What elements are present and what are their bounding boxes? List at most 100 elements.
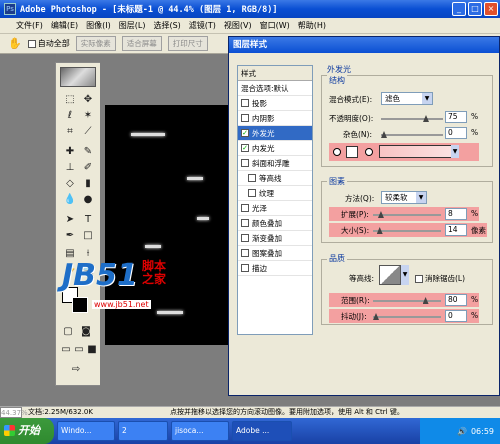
blur-tool-icon[interactable]: 💧	[62, 193, 78, 207]
healing-brush-tool-icon[interactable]: ✚	[62, 145, 78, 159]
style-item[interactable]: 渐变叠加	[238, 231, 312, 246]
style-checkbox[interactable]	[241, 234, 249, 242]
menu-item[interactable]: 文件(F)	[16, 20, 43, 31]
spread-input[interactable]: 8	[445, 208, 467, 220]
quick-mask-icon[interactable]: ◙	[78, 325, 94, 339]
clone-stamp-tool-icon[interactable]: ⊥	[62, 161, 78, 175]
style-item[interactable]: 投影	[238, 96, 312, 111]
lasso-tool-icon[interactable]: ℓ	[62, 109, 78, 123]
auto-select-checkbox[interactable]	[27, 39, 36, 48]
adobe-feather-icon[interactable]	[60, 67, 96, 87]
noise-input[interactable]: 0	[445, 127, 467, 139]
menu-item[interactable]: 选择(S)	[153, 20, 180, 31]
gradient-radio[interactable]	[365, 148, 373, 156]
imageready-icon[interactable]: ⇨	[68, 363, 84, 377]
style-checkbox[interactable]	[248, 189, 256, 197]
windows-flag-icon	[4, 425, 15, 436]
pen-tool-icon[interactable]: ✒	[62, 229, 78, 243]
menu-item[interactable]: 图像(I)	[86, 20, 111, 31]
style-checkbox[interactable]	[241, 249, 249, 257]
style-item[interactable]: 内阴影	[238, 111, 312, 126]
style-item[interactable]: 图案叠加	[238, 246, 312, 261]
blend-options-item[interactable]: 混合选项:默认	[238, 81, 312, 96]
menu-item[interactable]: 窗口(W)	[260, 20, 290, 31]
style-item[interactable]: 等高线	[238, 171, 312, 186]
menu-item[interactable]: 图层(L)	[119, 20, 146, 31]
color-radio[interactable]	[333, 148, 341, 156]
auto-select-option[interactable]: 自动全部	[27, 38, 70, 49]
eraser-tool-icon[interactable]: ◇	[62, 177, 78, 191]
move-tool-icon[interactable]: ✥	[80, 93, 96, 107]
history-brush-tool-icon[interactable]: ✐	[80, 161, 96, 175]
style-checkbox[interactable]	[241, 204, 249, 212]
jitter-slider[interactable]	[373, 313, 441, 320]
style-checkbox[interactable]: ✓	[241, 144, 249, 152]
menu-item[interactable]: 视图(V)	[224, 20, 252, 31]
dialog-title: 图层样式	[229, 37, 499, 53]
menu-item[interactable]: 帮助(H)	[298, 20, 326, 31]
speaker-icon[interactable]: 🔊	[457, 427, 467, 436]
menu-item[interactable]: 滤镜(T)	[189, 20, 216, 31]
screen-mode-full-icon[interactable]: ■	[84, 343, 100, 357]
taskbar-item[interactable]: 2	[118, 421, 168, 441]
style-item[interactable]: ✓ 内发光	[238, 141, 312, 156]
style-checkbox[interactable]: ✓	[241, 129, 249, 137]
taskbar-item[interactable]: Windo...	[57, 421, 115, 441]
spread-slider[interactable]	[373, 211, 441, 218]
noise-slider[interactable]	[381, 131, 443, 138]
gradient-tool-icon[interactable]: ▮	[80, 177, 96, 191]
shape-tool-icon[interactable]: □	[80, 229, 96, 243]
marquee-tool-icon[interactable]: ⬚	[62, 93, 78, 107]
taskbar-item[interactable]: jisoca...	[171, 421, 229, 441]
glow-color-swatch[interactable]	[346, 146, 358, 158]
style-label: 内发光	[252, 143, 275, 153]
brush-tool-icon[interactable]: ✎	[80, 145, 96, 159]
magic-wand-tool-icon[interactable]: ✶	[80, 109, 96, 123]
range-input[interactable]: 80	[445, 294, 467, 306]
style-checkbox[interactable]	[241, 99, 249, 107]
hand-tool-icon[interactable]: ✋	[8, 37, 22, 50]
gradient-picker[interactable]	[379, 145, 459, 158]
type-tool-icon[interactable]: T	[80, 213, 96, 227]
method-select[interactable]: 较柔软 ▼	[381, 191, 427, 204]
style-item[interactable]: 斜面和浮雕	[238, 156, 312, 171]
start-button[interactable]: 开始	[0, 418, 54, 444]
standard-mode-icon[interactable]: ▢	[60, 325, 76, 339]
style-checkbox[interactable]	[241, 264, 249, 272]
antialias-checkbox[interactable]	[415, 274, 423, 283]
opacity-slider[interactable]	[381, 115, 443, 122]
slice-tool-icon[interactable]: ⟋	[80, 125, 96, 139]
blend-mode-select[interactable]: 滤色 ▼	[381, 92, 433, 105]
menu-item[interactable]: 编辑(E)	[51, 20, 78, 31]
minimize-button[interactable]: _	[452, 2, 466, 16]
style-checkbox[interactable]	[241, 219, 249, 227]
contour-picker[interactable]	[379, 265, 401, 285]
size-input[interactable]: 14	[445, 224, 467, 236]
taskbar-item[interactable]: Adobe ...	[232, 421, 292, 441]
styles-header[interactable]: 样式	[238, 66, 312, 81]
opacity-input[interactable]: 75	[445, 111, 467, 123]
fit-screen-button[interactable]: 适合屏幕	[121, 36, 162, 51]
size-slider[interactable]	[373, 227, 441, 234]
style-checkbox[interactable]	[248, 174, 256, 182]
style-item[interactable]: 描边	[238, 261, 312, 276]
dodge-tool-icon[interactable]: ●	[80, 193, 96, 207]
actual-pixels-button[interactable]: 实际像素	[75, 36, 116, 51]
print-size-button[interactable]: 打印尺寸	[167, 36, 208, 51]
chevron-down-icon[interactable]: ▼	[401, 265, 409, 285]
range-slider[interactable]	[373, 297, 441, 304]
maximize-button[interactable]: □	[468, 2, 482, 16]
close-button[interactable]: ×	[484, 2, 498, 16]
style-checkbox[interactable]	[241, 159, 249, 167]
style-item[interactable]: 纹理	[238, 186, 312, 201]
crop-tool-icon[interactable]: ⌗	[62, 125, 78, 139]
chevron-down-icon[interactable]: ▼	[451, 145, 459, 158]
style-item[interactable]: 颜色叠加	[238, 216, 312, 231]
antialias-option[interactable]: 消除锯齿(L)	[415, 273, 465, 284]
path-selection-tool-icon[interactable]: ➤	[62, 213, 78, 227]
style-checkbox[interactable]	[241, 114, 249, 122]
style-item[interactable]: ✓ 外发光	[238, 126, 312, 141]
jitter-input[interactable]: 0	[445, 310, 467, 322]
style-item[interactable]: 光泽	[238, 201, 312, 216]
zoom-field[interactable]: 44.37%	[0, 407, 28, 418]
